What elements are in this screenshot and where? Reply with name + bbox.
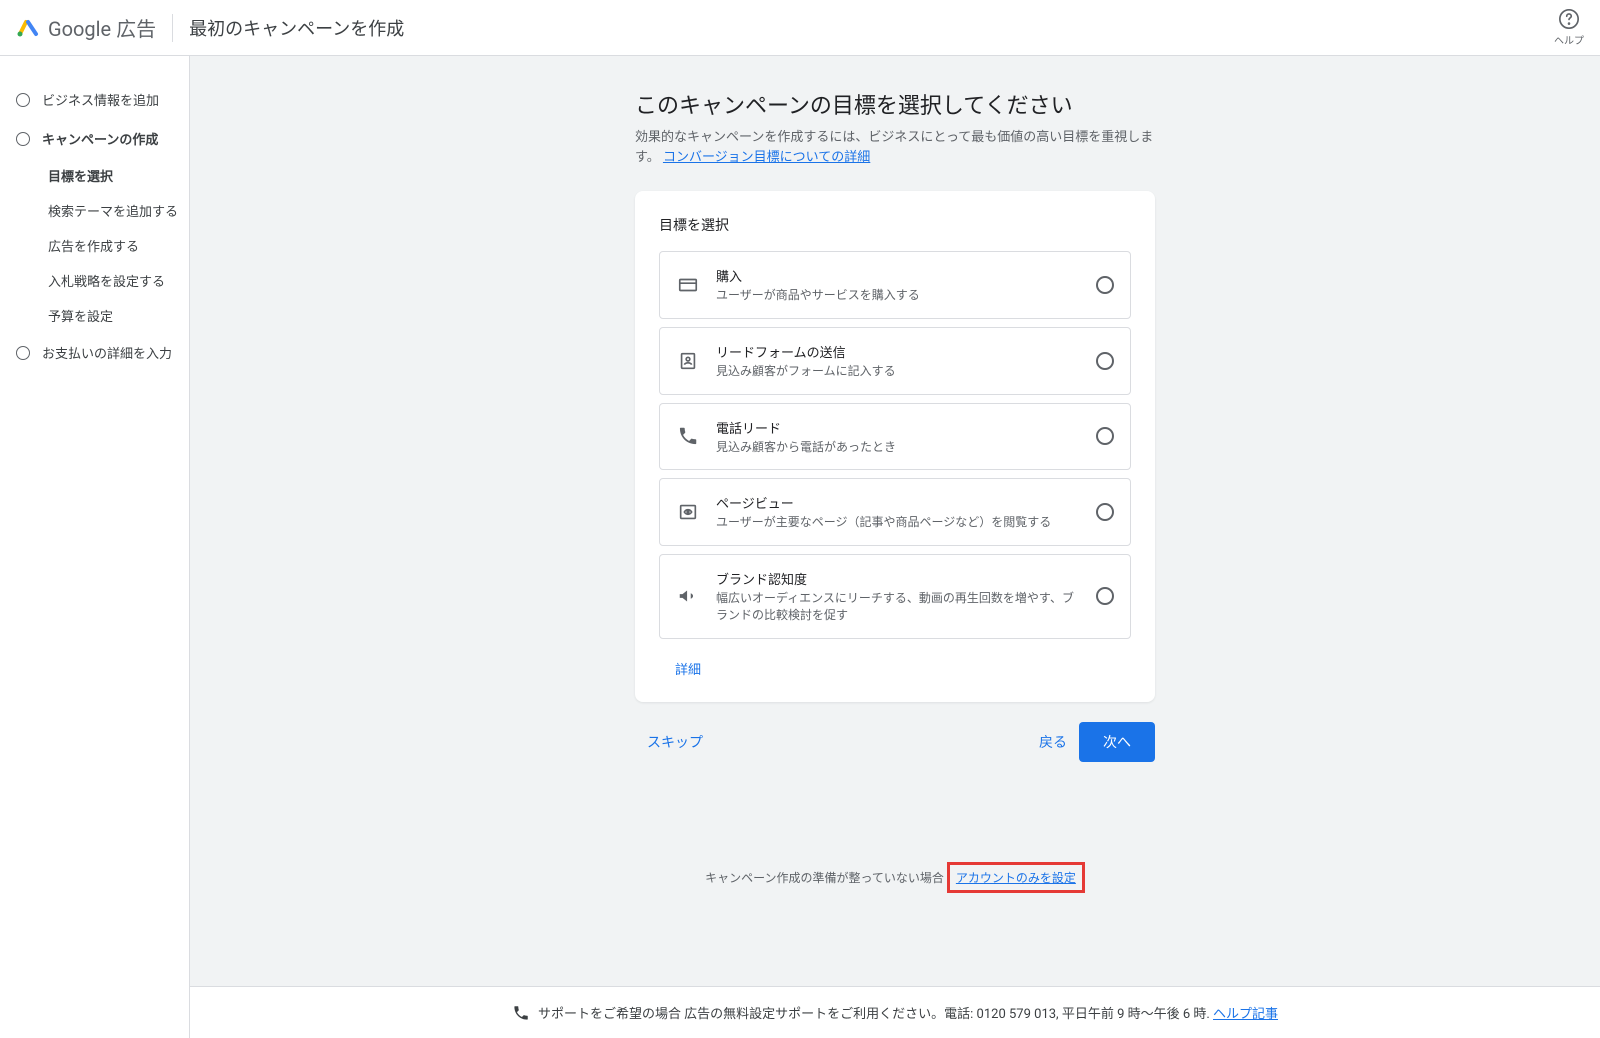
conversion-goals-link[interactable]: コンバージョン目標についての詳細 xyxy=(663,150,870,165)
nav-step-label: ビジネス情報を追加 xyxy=(42,90,159,109)
back-button[interactable]: 戻る xyxy=(1027,724,1079,760)
nav-step-create-campaign[interactable]: キャンペーンの作成 xyxy=(16,119,189,158)
radio-indicator xyxy=(1096,427,1114,445)
details-link[interactable]: 詳細 xyxy=(659,647,717,678)
goal-name: ブランド認知度 xyxy=(716,569,1080,588)
phone-icon xyxy=(676,424,700,448)
next-button[interactable]: 次へ xyxy=(1079,722,1155,762)
goal-desc: 見込み顧客から電話があったとき xyxy=(716,439,1080,456)
page-description: 効果的なキャンペーンを作成するには、ビジネスにとって最も価値の高い目標を重視しま… xyxy=(635,128,1155,167)
nav-sub-bidding[interactable]: 入札戦略を設定する xyxy=(48,263,189,298)
nav-step-label: お支払いの詳細を入力 xyxy=(42,343,172,362)
radio-indicator xyxy=(1096,276,1114,294)
nav-step-label: キャンペーンの作成 xyxy=(42,129,158,148)
card-title: 目標を選択 xyxy=(659,215,1131,235)
footer-help-link[interactable]: ヘルプ記事 xyxy=(1213,1007,1278,1022)
main-content: このキャンペーンの目標を選択してください 効果的なキャンペーンを作成するには、ビ… xyxy=(190,56,1600,1038)
goal-option-purchase[interactable]: 購入 ユーザーが商品やサービスを購入する xyxy=(659,251,1131,319)
product-name: Google 広告 xyxy=(48,13,156,42)
skip-button[interactable]: スキップ xyxy=(635,724,715,760)
goal-card: 目標を選択 購入 ユーザーが商品やサービスを購入する xyxy=(635,191,1155,702)
step-circle-icon xyxy=(16,93,30,107)
help-label: ヘルプ xyxy=(1554,32,1584,47)
goal-desc: 見込み顧客がフォームに記入する xyxy=(716,363,1080,380)
nav-sub-budget[interactable]: 予算を設定 xyxy=(48,298,189,333)
radio-indicator xyxy=(1096,587,1114,605)
megaphone-icon xyxy=(676,584,700,608)
goal-desc: 幅広いオーディエンスにリーチする、動画の再生回数を増やす、ブランドの比較検討を促… xyxy=(716,590,1080,624)
logo[interactable]: Google 広告 xyxy=(16,13,156,42)
action-row: スキップ 戻る 次へ xyxy=(635,722,1155,762)
header-divider xyxy=(172,14,173,42)
credit-card-icon xyxy=(676,273,700,297)
help-icon xyxy=(1558,8,1580,30)
phone-icon xyxy=(512,1004,530,1022)
goal-name: リードフォームの送信 xyxy=(716,342,1080,361)
radio-indicator xyxy=(1096,352,1114,370)
goal-option-phone-lead[interactable]: 電話リード 見込み顧客から電話があったとき xyxy=(659,403,1131,471)
nav-step-payment[interactable]: お支払いの詳細を入力 xyxy=(16,333,189,372)
goal-name: 電話リード xyxy=(716,418,1080,437)
footer-text: サポートをご希望の場合 広告の無料設定サポートをご利用ください。電話: 0120… xyxy=(538,1007,1213,1022)
nav-sub-select-goal[interactable]: 目標を選択 xyxy=(48,158,189,193)
form-icon xyxy=(676,349,700,373)
goal-option-lead-form[interactable]: リードフォームの送信 見込み顧客がフォームに記入する xyxy=(659,327,1131,395)
sidebar: ビジネス情報を追加 キャンペーンの作成 目標を選択 検索テーマを追加する 広告を… xyxy=(0,56,190,1038)
step-circle-icon xyxy=(16,346,30,360)
goal-option-brand-awareness[interactable]: ブランド認知度 幅広いオーディエンスにリーチする、動画の再生回数を増やす、ブラン… xyxy=(659,554,1131,639)
app-header: Google 広告 最初のキャンペーンを作成 ヘルプ xyxy=(0,0,1600,56)
goal-name: 購入 xyxy=(716,266,1080,285)
goal-desc: ユーザーが主要なページ（記事や商品ページなど）を閲覧する xyxy=(716,514,1080,531)
help-button[interactable]: ヘルプ xyxy=(1554,8,1584,47)
google-ads-logo-icon xyxy=(16,16,40,40)
support-footer: サポートをご希望の場合 広告の無料設定サポートをご利用ください。電話: 0120… xyxy=(190,986,1600,1038)
nav-step-business-info[interactable]: ビジネス情報を追加 xyxy=(16,80,189,119)
radio-indicator xyxy=(1096,503,1114,521)
page-title: このキャンペーンの目標を選択してください xyxy=(635,88,1155,120)
goal-desc: ユーザーが商品やサービスを購入する xyxy=(716,287,1080,304)
page-header-title: 最初のキャンペーンを作成 xyxy=(189,15,404,41)
account-only-section: キャンペーン作成の準備が整っていない場合 アカウントのみを設定 xyxy=(635,862,1155,893)
account-only-prefix: キャンペーン作成の準備が整っていない場合 xyxy=(705,871,947,885)
account-only-link[interactable]: アカウントのみを設定 xyxy=(956,871,1076,885)
goal-option-page-view[interactable]: ページビュー ユーザーが主要なページ（記事や商品ページなど）を閲覧する xyxy=(659,478,1131,546)
step-circle-icon xyxy=(16,132,30,146)
eye-icon xyxy=(676,500,700,524)
nav-sub-create-ad[interactable]: 広告を作成する xyxy=(48,228,189,263)
nav-sub-search-themes[interactable]: 検索テーマを追加する xyxy=(48,193,189,228)
goal-name: ページビュー xyxy=(716,493,1080,512)
